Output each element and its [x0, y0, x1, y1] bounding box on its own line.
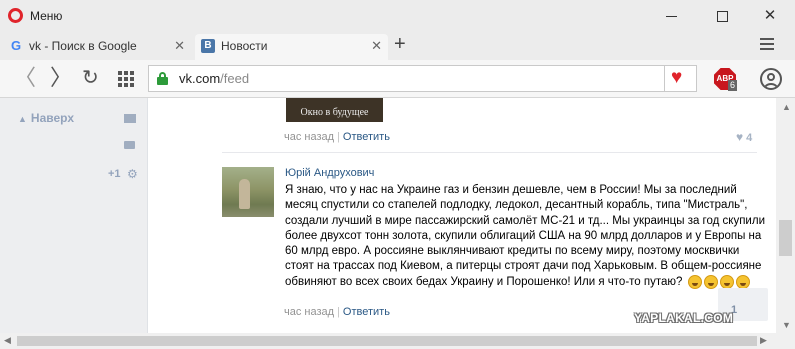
- mail-icon[interactable]: [124, 114, 136, 123]
- tab-close-icon[interactable]: ✕: [371, 34, 382, 58]
- comment-body: Я знаю, что у нас на Украине газ и бензи…: [285, 184, 765, 288]
- scroll-thumb[interactable]: [779, 220, 792, 256]
- tab-google-search[interactable]: G vk - Поиск в Google ✕: [3, 34, 191, 60]
- comment-time[interactable]: час назад: [284, 306, 334, 318]
- tab-label: vk - Поиск в Google: [29, 39, 137, 53]
- maximize-button[interactable]: [707, 4, 737, 28]
- scroll-down-icon[interactable]: ▼: [782, 320, 791, 330]
- scroll-to-top-button[interactable]: ▲ Наверх: [18, 111, 74, 125]
- gear-icon[interactable]: ⚙: [127, 167, 138, 181]
- opera-logo-icon[interactable]: [8, 8, 23, 23]
- tab-close-icon[interactable]: ✕: [174, 34, 185, 58]
- horizontal-scrollbar[interactable]: ◀ ▶: [0, 333, 795, 349]
- laughing-emoji-icon: [735, 274, 750, 289]
- notification-counter[interactable]: +1: [108, 168, 121, 180]
- scroll-to-top-label: Наверх: [30, 111, 74, 125]
- video-caption: Окно в будущее: [300, 107, 369, 118]
- like-count: 4: [746, 132, 753, 144]
- comment-meta: час назад | Ответить: [284, 306, 390, 318]
- watermark: YAPLAKAL.COM: [634, 311, 734, 325]
- title-bar: Меню ✕: [0, 0, 795, 32]
- address-bar[interactable]: vk.com/feed: [148, 65, 665, 92]
- speed-dial-icon[interactable]: [118, 71, 134, 87]
- tab-vk-news[interactable]: В Новости ✕: [195, 34, 388, 60]
- close-window-button[interactable]: ✕: [755, 4, 785, 28]
- heart-icon: ♥: [671, 67, 683, 88]
- back-button[interactable]: 〈: [14, 67, 36, 89]
- url-path: /feed: [220, 71, 250, 86]
- comment-author[interactable]: Юрій Андрухович: [285, 167, 374, 179]
- menu-label[interactable]: Меню: [30, 9, 62, 23]
- vertical-scrollbar[interactable]: ▲ ▼: [776, 98, 795, 333]
- like-button[interactable]: ♥ 4: [736, 130, 752, 144]
- news-feed: Окно в будущее час назад | Ответить ♥ 4 Юрі…: [147, 98, 776, 333]
- url-text[interactable]: vk.com/feed: [179, 71, 249, 86]
- lock-icon[interactable]: [157, 72, 168, 85]
- separator: |: [337, 306, 340, 318]
- laughing-emoji-icon: [687, 274, 702, 289]
- vk-favicon-icon: В: [201, 39, 215, 53]
- browser-toolbar: 〈 〉 ↻ vk.com/feed ♥ ABP 6: [0, 60, 795, 98]
- maximize-icon: [716, 10, 728, 22]
- separator: |: [337, 131, 340, 143]
- avatar[interactable]: [222, 167, 274, 217]
- new-tab-button[interactable]: +: [394, 33, 406, 56]
- scroll-thumb[interactable]: [17, 336, 757, 346]
- divider: [222, 152, 757, 153]
- post-meta: час назад | Ответить: [284, 131, 390, 143]
- google-favicon-icon: G: [10, 38, 22, 53]
- scroll-up-icon[interactable]: ▲: [782, 102, 791, 112]
- tab-bar: G vk - Поиск в Google ✕ В Новости ✕ +: [0, 32, 795, 60]
- emoji-group: [686, 274, 750, 289]
- reload-button[interactable]: ↻: [82, 67, 99, 89]
- post-time[interactable]: час назад: [284, 131, 334, 143]
- video-thumbnail[interactable]: Окно в будущее: [286, 98, 383, 122]
- reply-link[interactable]: Ответить: [343, 306, 390, 318]
- forward-button[interactable]: 〉: [50, 67, 72, 89]
- adblock-count-badge: 6: [728, 80, 738, 91]
- url-domain: vk.com: [179, 71, 221, 86]
- bookmark-button[interactable]: ♥: [665, 65, 697, 92]
- up-arrow-icon: ▲: [18, 114, 27, 124]
- left-sidebar: ▲ Наверх +1 ⚙: [0, 98, 147, 333]
- laughing-emoji-icon: [719, 274, 734, 289]
- page-content: ▲ Наверх +1 ⚙ Окно в будущее час назад | От…: [0, 98, 776, 333]
- reply-link[interactable]: Ответить: [343, 131, 390, 143]
- account-icon[interactable]: [760, 68, 782, 90]
- tab-menu-icon[interactable]: [760, 38, 774, 53]
- message-icon[interactable]: [124, 141, 135, 149]
- scroll-left-icon[interactable]: ◀: [4, 335, 11, 346]
- minimize-button[interactable]: [656, 4, 686, 28]
- laughing-emoji-icon: [703, 274, 718, 289]
- comment-text: Я знаю, что у нас на Украине газ и бензи…: [285, 183, 770, 290]
- heart-icon: ♥: [736, 130, 744, 144]
- tab-label: Новости: [221, 39, 268, 53]
- minimize-icon: [665, 15, 677, 17]
- scroll-right-icon[interactable]: ▶: [760, 335, 767, 346]
